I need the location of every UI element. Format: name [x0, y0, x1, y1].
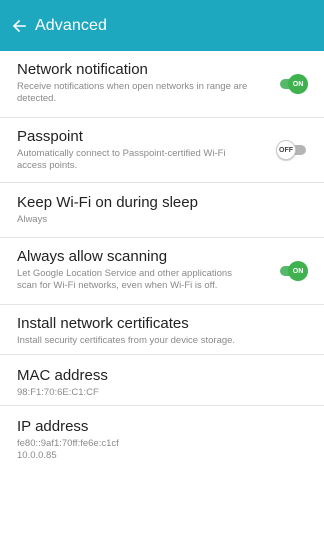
mac-address-value: 98:F1:70:6E:C1:CF — [17, 387, 99, 398]
setting-subtitle: Receive notifications when open networks… — [17, 81, 248, 104]
setting-title: Passpoint — [17, 128, 83, 145]
setting-network-notification[interactable]: Network notification Receive notificatio… — [0, 51, 324, 118]
setting-title: Always allow scanning — [17, 248, 168, 265]
passpoint-toggle[interactable]: OFF — [276, 140, 308, 160]
page-title: Advanced — [35, 16, 107, 34]
arrow-left-icon — [12, 19, 26, 32]
setting-title: IP address — [17, 418, 89, 435]
back-button[interactable] — [3, 0, 35, 51]
setting-title: Keep Wi-Fi on during sleep — [17, 194, 198, 211]
always-allow-scanning-toggle[interactable]: ON — [276, 261, 308, 281]
network-notification-toggle[interactable]: ON — [276, 74, 308, 94]
toggle-label: ON — [288, 74, 308, 94]
setting-mac-address: MAC address 98:F1:70:6E:C1:CF — [0, 355, 324, 406]
ip-address-ipv6: fe80::9af1:70ff:fe6e:c1cf — [17, 438, 119, 449]
setting-subtitle: Let Google Location Service and other ap… — [17, 268, 232, 291]
app-bar: Advanced — [0, 0, 324, 51]
setting-subtitle: Install security certificates from your … — [17, 335, 236, 346]
setting-title: Network notification — [17, 61, 148, 78]
setting-always-allow-scanning[interactable]: Always allow scanning Let Google Locatio… — [0, 238, 324, 305]
toggle-label: ON — [288, 261, 308, 281]
setting-passpoint[interactable]: Passpoint Automatically connect to Passp… — [0, 118, 324, 183]
setting-install-network-certificates[interactable]: Install network certificates Install sec… — [0, 305, 324, 355]
settings-list: Network notification Receive notificatio… — [0, 51, 324, 472]
setting-subtitle: Automatically connect to Passpoint-certi… — [17, 148, 226, 171]
setting-keep-wifi-on[interactable]: Keep Wi-Fi on during sleep Always — [0, 183, 324, 238]
setting-title: MAC address — [17, 367, 108, 384]
setting-ip-address: IP address fe80::9af1:70ff:fe6e:c1cf 10.… — [0, 406, 324, 472]
screen: Advanced Network notification Receive no… — [0, 0, 324, 556]
setting-subtitle: Always — [17, 214, 48, 225]
ip-address-ipv4: 10.0.0.85 — [17, 450, 57, 461]
setting-title: Install network certificates — [17, 315, 189, 332]
toggle-label: OFF — [276, 140, 296, 160]
